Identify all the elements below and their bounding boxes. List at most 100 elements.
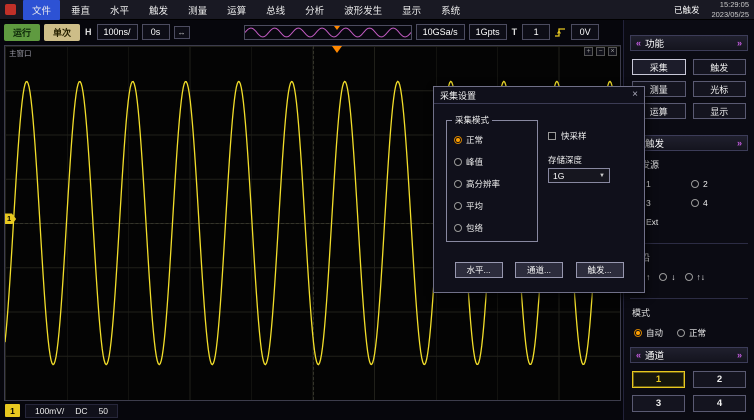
function-acquire-button[interactable]: 采集 — [632, 59, 686, 75]
run-button[interactable]: 运行 — [4, 24, 40, 41]
channel-section-header: « 通道 » — [630, 347, 748, 363]
acq-mode-group-label: 采集模式 — [452, 114, 492, 126]
menu-display[interactable]: 显示 — [393, 0, 430, 20]
acq-mode-label: 高分辨率 — [466, 178, 500, 190]
trigger-header-label: 触发 — [645, 136, 664, 150]
menu-bus[interactable]: 总线 — [257, 0, 294, 20]
horizontal-expand-icon[interactable]: ↔ — [174, 26, 190, 39]
channel1-coupling: DC — [75, 406, 87, 416]
mode-label: 自动 — [646, 327, 663, 339]
sample-rate-field: 10GSa/s — [416, 24, 465, 40]
rising-edge-icon: ↑ — [646, 272, 650, 282]
channel-4-button[interactable]: 4 — [693, 395, 746, 412]
function-section-header: « 功能 » — [630, 35, 748, 51]
menu-system[interactable]: 系统 — [432, 0, 469, 20]
horizontal-label: H — [85, 27, 92, 37]
channel-header-label: 通道 — [645, 348, 664, 362]
mode-auto[interactable]: 自动 — [634, 327, 663, 339]
section-marker-icon: » — [737, 38, 742, 48]
menu-file[interactable]: 文件 — [23, 0, 60, 20]
trigger-source-field[interactable]: 1 — [522, 24, 550, 40]
channel1-settings[interactable]: 100mV/ DC 50 — [25, 404, 118, 418]
control-toolbar: 运行 单次 H 100ns/ 0s ↔ 10GSa/s 1Gpts T 1 — [0, 20, 623, 44]
trigger-mode-label: 模式 — [632, 306, 746, 319]
radio-icon — [454, 202, 462, 210]
channel1-impedance: 50 — [99, 406, 108, 416]
trigger-settings-button[interactable]: 触发... — [576, 262, 624, 278]
acq-mode-label: 包络 — [466, 222, 483, 234]
trigger-mode-options: 自动 正常 — [634, 327, 744, 339]
radio-icon — [691, 199, 699, 207]
menu-analyze[interactable]: 分析 — [296, 0, 333, 20]
channel-1-button[interactable]: 1 — [632, 371, 685, 388]
source-label: 3 — [646, 198, 651, 208]
trigger-status-label: 已触发 — [674, 4, 700, 16]
clock-date: 2023/05/25 — [711, 10, 749, 19]
channel-2-button[interactable]: 2 — [693, 371, 746, 388]
clock: 15:29:05 2023/05/25 — [711, 0, 749, 19]
acq-mode-label: 正常 — [466, 134, 483, 146]
edge-either[interactable]: ↑↓ — [685, 272, 706, 282]
radio-icon — [454, 180, 462, 188]
menu-vertical[interactable]: 垂直 — [62, 0, 99, 20]
source-label: 2 — [703, 179, 708, 189]
dialog-title-bar[interactable]: 采集设置 × — [434, 87, 644, 104]
horizontal-settings-button[interactable]: 水平... — [455, 262, 503, 278]
dialog-close-icon[interactable]: × — [632, 90, 638, 100]
timebase-field[interactable]: 100ns/ — [97, 24, 138, 40]
divider — [630, 298, 748, 299]
menu-horizontal[interactable]: 水平 — [101, 0, 138, 20]
acq-mode-option-hires[interactable]: 高分辨率 — [454, 178, 530, 190]
trigger-label: T — [512, 27, 518, 37]
radio-icon — [634, 329, 642, 337]
acq-mode-option-envelope[interactable]: 包络 — [454, 222, 530, 234]
menu-bar: 文件 垂直 水平 触发 测量 运算 总线 分析 波形发生 显示 系统 已触发 1… — [0, 0, 754, 20]
trigger-level-field[interactable]: 0V — [571, 24, 599, 40]
function-header-label: 功能 — [645, 36, 664, 50]
trigger-source-4[interactable]: 4 — [691, 198, 744, 208]
function-trigger-button[interactable]: 触发 — [693, 59, 747, 75]
channel-settings-button[interactable]: 通道... — [515, 262, 563, 278]
menu-trigger[interactable]: 触发 — [140, 0, 177, 20]
trigger-slope-icon[interactable] — [554, 27, 567, 38]
trigger-source-2[interactable]: 2 — [691, 179, 744, 189]
checkbox-icon — [548, 132, 556, 140]
section-marker-icon: « — [636, 38, 641, 48]
fast-sample-option[interactable]: 快采样 — [548, 130, 587, 142]
acq-mode-option-peak[interactable]: 峰值 — [454, 156, 530, 168]
edge-falling[interactable]: ↓ — [659, 272, 675, 282]
single-button[interactable]: 单次 — [44, 24, 80, 41]
function-button-grid: 采集 触发 测量 光标 运算 显示 — [632, 59, 746, 119]
function-cursor-button[interactable]: 光标 — [693, 81, 747, 97]
channel-3-button[interactable]: 3 — [632, 395, 685, 412]
channel1-scale: 100mV/ — [35, 406, 64, 416]
channel1-badge[interactable]: 1 — [5, 404, 20, 417]
zoom-out-icon[interactable]: − — [596, 47, 605, 56]
trigger-position-marker-icon[interactable] — [332, 46, 342, 53]
record-preview-strip[interactable] — [244, 25, 412, 40]
acq-mode-label: 峰值 — [466, 156, 483, 168]
preview-trigger-marker-icon[interactable] — [334, 26, 340, 30]
source-label: Ext — [646, 217, 658, 227]
menu-measure[interactable]: 测量 — [179, 0, 216, 20]
oscilloscope-app: 文件 垂直 水平 触发 测量 运算 总线 分析 波形发生 显示 系统 已触发 1… — [0, 0, 754, 420]
zoom-in-icon[interactable]: + — [584, 47, 593, 56]
radio-icon — [454, 158, 462, 166]
scope-window-title: 主窗口 — [9, 48, 32, 59]
radio-icon — [454, 224, 462, 232]
window-close-icon[interactable]: × — [608, 47, 617, 56]
dialog-buttons: 水平... 通道... 触发... — [434, 262, 644, 278]
memory-depth-dropdown[interactable]: 1G ▼ — [548, 168, 610, 183]
mode-normal[interactable]: 正常 — [677, 327, 706, 339]
dialog-title: 采集设置 — [440, 89, 476, 102]
acquisition-settings-dialog: 采集设置 × 采集模式 正常 峰值 — [433, 86, 645, 293]
menu-wavegen[interactable]: 波形发生 — [335, 0, 391, 20]
acq-mode-option-normal[interactable]: 正常 — [454, 134, 530, 146]
horizontal-offset-field[interactable]: 0s — [142, 24, 170, 40]
record-length-field: 1Gpts — [469, 24, 507, 40]
function-display-button[interactable]: 显示 — [693, 103, 747, 119]
menu-math[interactable]: 运算 — [218, 0, 255, 20]
radio-icon — [454, 136, 462, 144]
radio-icon — [691, 180, 699, 188]
acq-mode-option-average[interactable]: 平均 — [454, 200, 530, 212]
